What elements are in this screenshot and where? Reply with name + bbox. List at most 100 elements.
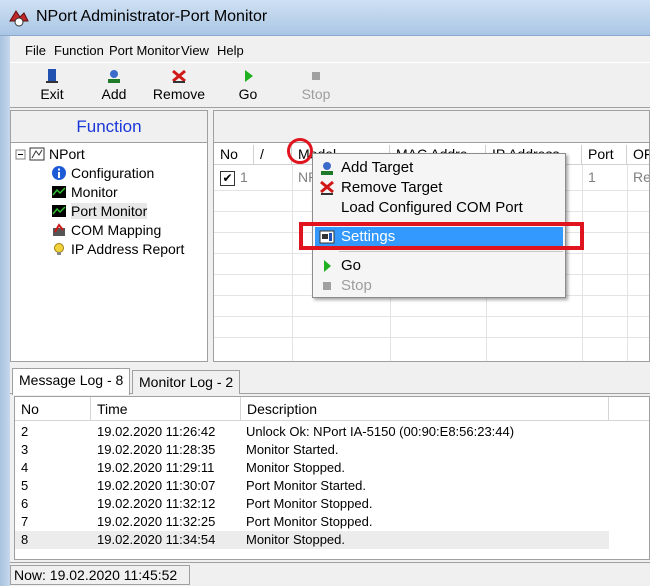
col-no[interactable]: No [214,145,254,165]
menu-view[interactable]: View [181,43,209,58]
col-of[interactable]: OF [627,145,649,165]
log-no: 3 [21,442,29,457]
grid-line [214,316,649,317]
title-bar: NPort Administrator-Port Monitor [0,0,650,36]
collapse-icon[interactable] [15,146,27,162]
log-time: 19.02.2020 11:32:12 [97,496,216,511]
log-desc: Port Monitor Started. [246,478,366,493]
function-panel-title: Function [76,117,142,136]
menu-item-go[interactable]: Go [315,256,563,276]
highlight-rectangle [299,222,584,250]
remove-button[interactable]: Remove [147,65,211,107]
stop-label: Stop [341,277,372,294]
load-com-port-label: Load Configured COM Port [341,199,523,216]
menu-bar: File Function Port Monitor View Help [10,40,650,62]
log-time: 19.02.2020 11:29:11 [97,460,215,475]
tree-label-configuration: Configuration [71,165,155,181]
row-of: Re [633,169,650,185]
row-checkbox[interactable]: ✔ [220,171,235,186]
add-button[interactable]: Add [92,65,136,107]
menu-file[interactable]: File [25,43,46,58]
log-desc: Port Monitor Stopped. [246,514,373,529]
go-label: Go [341,257,362,274]
tree-label-port-monitor: Port Monitor [71,203,148,219]
monitor-chart-icon [52,186,66,198]
log-row[interactable]: 4 19.02.2020 11:29:11 Monitor Stopped. [15,459,609,477]
menu-function[interactable]: Function [54,43,104,58]
log-time: 19.02.2020 11:26:42 [97,424,216,439]
log-desc: Monitor Started. [246,442,339,457]
menu-item-remove-target[interactable]: Remove Target [315,178,563,198]
menu-help[interactable]: Help [217,43,244,58]
log-desc: Monitor Stopped. [246,460,346,475]
port-monitor-icon [52,205,66,217]
stop-icon [312,72,320,80]
col-port[interactable]: Port [582,145,627,165]
log-no: 6 [21,496,29,511]
go-icon [324,260,331,272]
row-no: 1 [240,169,248,185]
log-row[interactable]: 6 19.02.2020 11:32:12 Port Monitor Stopp… [15,495,609,513]
menu-item-load-com-port[interactable]: Load Configured COM Port [315,198,563,218]
row-port: 1 [588,169,596,185]
exit-button[interactable]: Exit [28,65,76,107]
log-row[interactable]: 7 19.02.2020 11:32:25 Port Monitor Stopp… [15,513,609,531]
log-row[interactable]: 5 19.02.2020 11:30:07 Port Monitor Start… [15,477,609,495]
remove-target-icon [320,180,334,195]
add-target-icon [321,162,333,175]
log-row[interactable]: 3 19.02.2020 11:28:35 Monitor Started. [15,441,609,459]
go-label: Go [238,86,258,102]
status-bar: Now: 19.02.2020 11:45:52 [10,562,650,586]
exit-icon [46,69,58,83]
tree-label-monitor: Monitor [71,184,118,200]
grid-line [292,165,293,361]
grid-line [627,165,628,361]
log-no: 2 [21,424,29,439]
go-button[interactable]: Go [228,65,268,107]
log-row-selected[interactable]: 8 19.02.2020 11:34:54 Monitor Stopped. [15,531,609,549]
log-time: 19.02.2020 11:32:25 [97,514,216,529]
toolbar: Exit Add Remove Go Stop [10,62,650,108]
log-row[interactable]: 2 19.02.2020 11:26:42 Unlock Ok: NPort I… [15,423,609,441]
log-tabs: Message Log - 8 Monitor Log - 2 [10,368,650,395]
add-label: Add [101,86,127,102]
add-target-label: Add Target [341,159,414,176]
log-col-no[interactable]: No [15,397,91,421]
message-log-list: No Time Description 2 19.02.2020 11:26:4… [14,396,650,560]
nport-icon [29,147,45,161]
window-title: NPort Administrator-Port Monitor [36,8,268,25]
lightbulb-icon [54,243,64,255]
function-tree: NPort Configuration Monitor Port Monitor… [10,142,208,362]
window-border [0,36,10,586]
log-col-time[interactable]: Time [91,397,241,421]
tab-monitor-log[interactable]: Monitor Log - 2 [132,370,241,394]
grid-header-area [213,110,650,142]
log-time: 19.02.2020 11:30:07 [97,478,216,493]
log-desc: Monitor Stopped. [246,532,346,547]
tree-root-label: NPort [49,146,85,162]
log-no: 5 [21,478,29,493]
status-now: Now: 19.02.2020 11:45:52 [10,565,190,585]
com-mapping-icon [53,223,65,236]
remove-target-icon [172,69,186,83]
info-icon [52,166,66,180]
highlight-circle [287,138,313,164]
menu-item-stop[interactable]: Stop [315,276,563,296]
remove-target-label: Remove Target [341,179,443,196]
menu-separator [339,251,563,252]
log-col-description[interactable]: Description [241,397,609,421]
log-no: 8 [21,532,29,547]
menu-port-monitor[interactable]: Port Monitor [109,43,180,58]
tab-message-log[interactable]: Message Log - 8 [12,368,131,395]
stop-icon [323,282,331,290]
log-time: 19.02.2020 11:28:35 [97,442,216,457]
menu-item-add-target[interactable]: Add Target [315,158,563,178]
tree-label-ip-address-report: IP Address Report [71,241,185,257]
tree-label-com-mapping: COM Mapping [71,222,162,238]
nport-app-icon [9,10,29,27]
grid-line [582,165,583,361]
stop-button[interactable]: Stop [296,65,336,107]
go-icon [245,70,253,82]
log-desc: Unlock Ok: NPort IA-5150 (00:90:E8:56:23… [246,424,515,439]
grid-line [214,337,649,338]
